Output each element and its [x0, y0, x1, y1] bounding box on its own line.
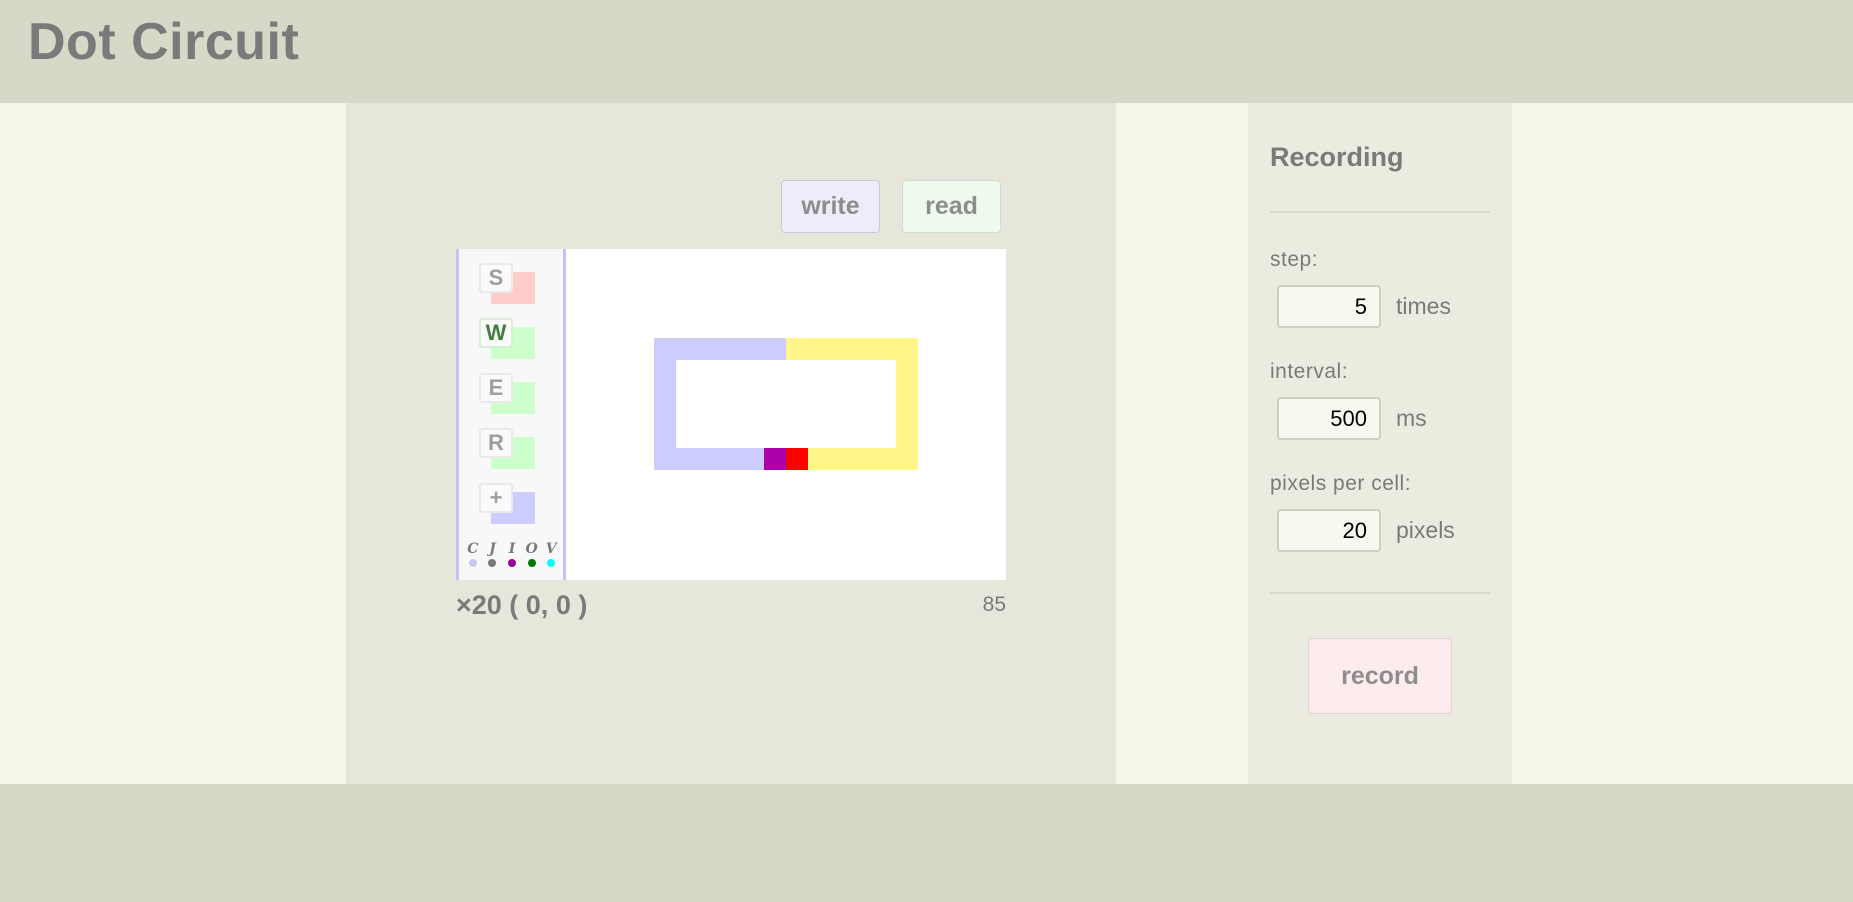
legend-item-i: I: [502, 541, 522, 567]
legend-item-o: O: [522, 541, 542, 567]
zoom-coordinates: ×20 ( 0, 0 ): [456, 590, 588, 620]
tool-e[interactable]: E: [479, 373, 535, 414]
interval-label: interval:: [1270, 360, 1349, 383]
tool-r[interactable]: R: [479, 428, 535, 469]
node-red: [786, 448, 808, 470]
step-counter: 85: [982, 593, 1006, 616]
legend-letter: J: [489, 541, 496, 557]
step-label: step:: [1270, 248, 1319, 271]
write-button[interactable]: write: [781, 180, 880, 233]
cell-type-legend: C J I O V: [463, 541, 561, 567]
legend-dot: [547, 559, 556, 567]
legend-dot: [527, 559, 536, 567]
tool-w[interactable]: W: [479, 318, 535, 359]
read-button[interactable]: read: [902, 180, 1001, 233]
legend-dot: [468, 559, 477, 567]
tool-plus-key: +: [479, 483, 513, 513]
tool-e-key: E: [479, 373, 513, 403]
legend-item-v: V: [541, 541, 561, 567]
tool-w-key: W: [479, 318, 513, 348]
tool-r-key: R: [479, 428, 513, 458]
pixels-per-cell-unit: pixels: [1396, 517, 1455, 543]
tool-palette: S W E R + C J I O V: [456, 249, 566, 580]
app-title: Dot Circuit: [28, 13, 300, 71]
interval-unit: ms: [1396, 405, 1427, 431]
step-input[interactable]: [1277, 285, 1381, 328]
tool-plus[interactable]: +: [479, 483, 535, 524]
wire-bottom-right: [808, 448, 918, 470]
legend-letter: C: [467, 541, 479, 557]
step-unit: times: [1396, 293, 1451, 319]
node-purple: [764, 448, 786, 470]
legend-letter: O: [525, 541, 538, 557]
legend-letter: V: [545, 541, 557, 557]
legend-letter: I: [508, 541, 516, 557]
circuit-canvas[interactable]: [566, 249, 1006, 580]
wire-bottom-left: [654, 448, 764, 470]
divider-bottom: [1270, 592, 1490, 594]
legend-item-c: C: [463, 541, 483, 567]
app-header: Dot Circuit: [0, 0, 1853, 103]
recording-title: Recording: [1270, 142, 1404, 172]
tool-s-key: S: [479, 263, 513, 293]
legend-item-j: J: [483, 541, 503, 567]
record-button[interactable]: record: [1308, 638, 1452, 714]
legend-dot: [507, 559, 516, 567]
divider-top: [1270, 211, 1490, 213]
tool-s[interactable]: S: [479, 263, 535, 304]
legend-dot: [488, 559, 497, 567]
pixels-per-cell-label: pixels per cell:: [1270, 472, 1412, 495]
interval-input[interactable]: [1277, 397, 1381, 440]
pixels-per-cell-input[interactable]: [1277, 509, 1381, 552]
